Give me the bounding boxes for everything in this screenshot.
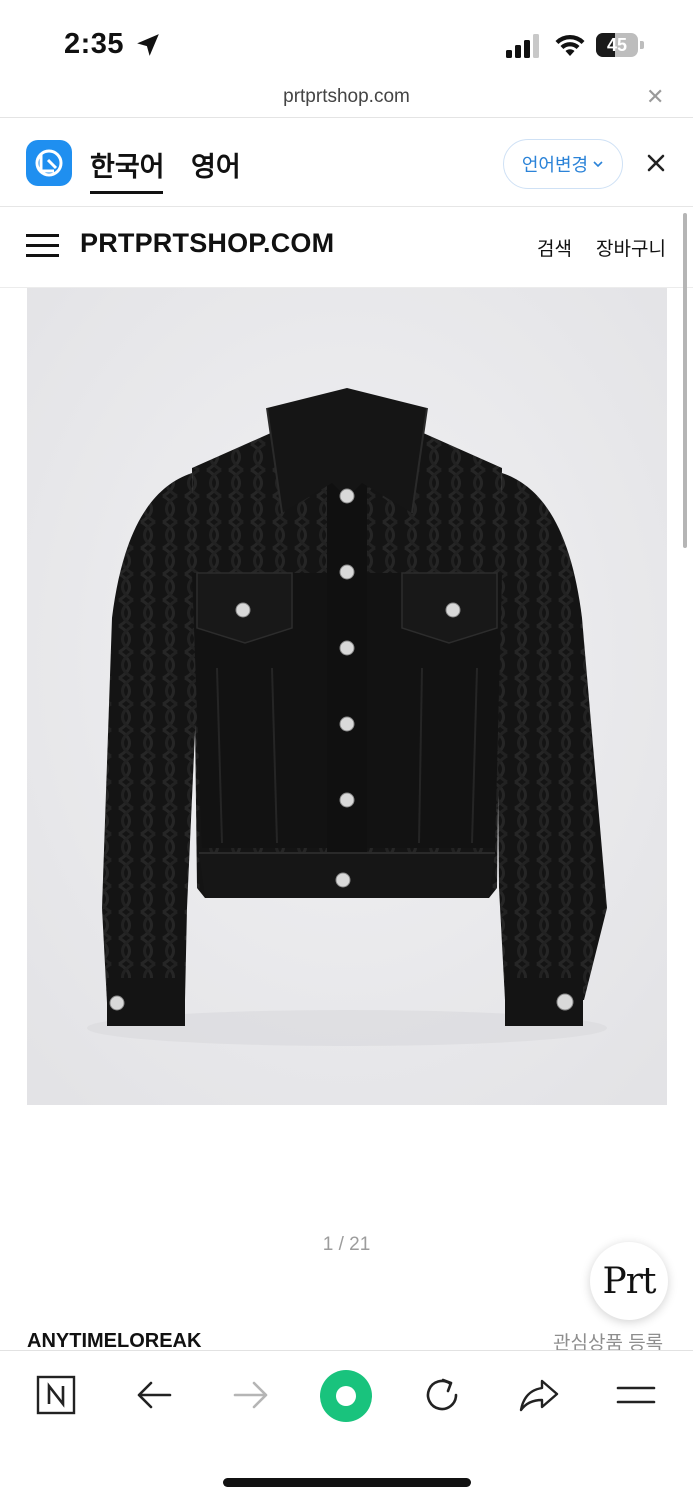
cart-link[interactable]: 장바구니 xyxy=(596,234,666,261)
back-icon[interactable] xyxy=(130,1371,178,1419)
menu-icon[interactable] xyxy=(612,1371,660,1419)
battery-percent: 45 xyxy=(606,35,628,55)
bottom-toolbar xyxy=(0,1350,693,1500)
change-language-button[interactable]: 언어변경 xyxy=(503,139,623,189)
black-denim-jacket-image xyxy=(27,288,667,1105)
papago-logo-icon xyxy=(26,140,72,186)
wifi-icon xyxy=(555,34,585,56)
green-dot-icon[interactable] xyxy=(318,1368,374,1424)
chevron-down-icon xyxy=(593,161,603,168)
site-header: PRTPRTSHOP.COM 검색 장바구니 xyxy=(0,208,693,288)
prt-badge[interactable]: Prt xyxy=(590,1242,668,1320)
translate-bar: 한국어 영어 언어변경 xyxy=(0,119,693,207)
active-tab-underline xyxy=(90,191,163,194)
status-bar: 2:35 45 xyxy=(0,0,693,78)
battery-icon: 45 xyxy=(596,33,644,57)
forward-icon[interactable] xyxy=(227,1371,275,1419)
share-icon[interactable] xyxy=(515,1371,563,1419)
close-icon[interactable]: ✕ xyxy=(646,86,664,108)
image-pager: 1 / 21 xyxy=(322,1234,371,1255)
site-logo[interactable]: PRTPRTSHOP.COM xyxy=(80,228,334,259)
change-language-label: 언어변경 xyxy=(521,155,589,175)
status-time: 2:35 xyxy=(64,28,125,60)
close-translate-icon[interactable] xyxy=(644,151,668,175)
location-arrow-icon xyxy=(137,34,159,56)
naver-home-icon[interactable] xyxy=(32,1371,80,1419)
tab-english[interactable]: 영어 xyxy=(191,145,241,184)
url-bar[interactable]: prtprtshop.com ✕ xyxy=(0,78,693,118)
home-indicator xyxy=(223,1478,471,1487)
product-image[interactable] xyxy=(27,288,667,1105)
url-text[interactable]: prtprtshop.com xyxy=(0,86,693,108)
reload-icon[interactable] xyxy=(418,1371,466,1419)
prt-badge-text: Prt xyxy=(602,1260,657,1302)
hamburger-menu-icon[interactable] xyxy=(26,234,59,258)
search-link[interactable]: 검색 xyxy=(537,234,572,261)
scroll-indicator xyxy=(683,213,687,548)
signal-icon xyxy=(506,34,539,58)
tab-korean[interactable]: 한국어 xyxy=(90,145,165,184)
